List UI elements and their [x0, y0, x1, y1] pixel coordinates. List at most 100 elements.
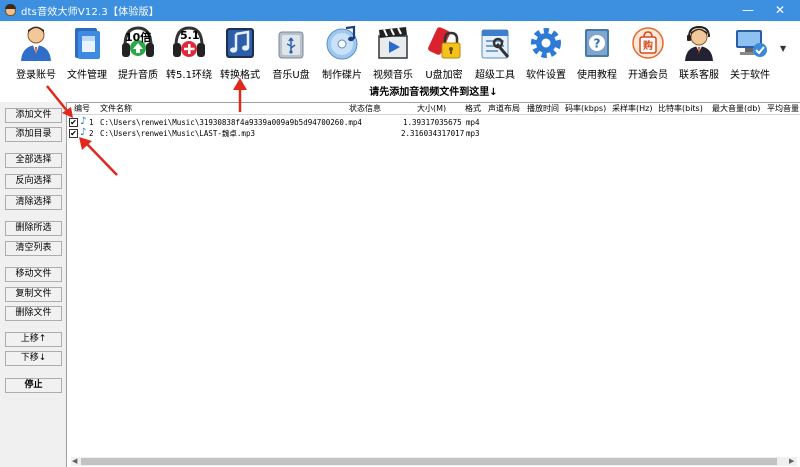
- column-header[interactable]: 播放时间: [527, 103, 559, 115]
- folder-icon: [75, 28, 100, 59]
- table-header: 编号 文件名称 状态信息 大小(M) 格式 声道布局 播放时间 码率(kbps)…: [67, 103, 800, 115]
- minimize-button[interactable]: —: [736, 0, 760, 21]
- video-icon: [378, 27, 408, 59]
- help-icon: ?: [585, 29, 609, 57]
- boost-badge: 10倍: [125, 31, 152, 44]
- usb-icon: [278, 31, 304, 59]
- column-header[interactable]: 平均音量: [767, 103, 800, 115]
- row-file-name: C:\Users\renwei\Music\31930838f4a9339a00…: [100, 118, 362, 127]
- clear-select-button[interactable]: 清除选择: [5, 195, 62, 210]
- row-number: 2: [89, 129, 94, 138]
- toolbar-label: 联系客服: [679, 70, 719, 81]
- toolbar-surround-51-button[interactable]: 5.1 转5.1环绕: [163, 21, 215, 84]
- toolbar-convert-format-button[interactable]: 转换格式: [214, 21, 266, 84]
- toolbar-label: 转换格式: [220, 70, 260, 81]
- settings-gear-icon: [531, 28, 561, 58]
- toolbar-label: 提升音质: [118, 70, 158, 81]
- row-file-name: C:\Users\renwei\Music\LAST-魏卓.mp3: [100, 129, 255, 138]
- toolbar-file-manage-button[interactable]: 文件管理: [61, 21, 113, 84]
- support-agent-icon: [685, 25, 713, 61]
- left-button-panel: 添加文件 添加目录 全部选择 反向选择 清除选择 删除所选 清空列表 移动文件 …: [0, 102, 67, 467]
- table-row[interactable]: ✔ ♪ 1 C:\Users\renwei\Music\31930838f4a9…: [67, 116, 800, 128]
- row-size: 1.39317035675: [403, 118, 462, 127]
- toolbar-settings-button[interactable]: 软件设置: [520, 21, 572, 84]
- column-header[interactable]: 文件名称: [100, 103, 132, 115]
- buy-badge: 购: [643, 41, 653, 52]
- table-row[interactable]: ✔ ♪ 2 C:\Users\renwei\Music\LAST-魏卓.mp3 …: [67, 127, 800, 139]
- toolbar-label: U盘加密: [425, 70, 463, 81]
- surround-badge: 5.1: [180, 29, 200, 42]
- select-all-button[interactable]: 全部选择: [5, 153, 62, 168]
- drop-hint-banner: 请先添加音视频文件到这里↓: [67, 84, 800, 102]
- invert-select-button[interactable]: 反向选择: [5, 174, 62, 189]
- toolbar-label: 使用教程: [577, 70, 617, 81]
- toolbar-label: 视频音乐: [373, 70, 413, 81]
- add-folder-button[interactable]: 添加目录: [5, 127, 62, 142]
- toolbar-usb-encrypt-button[interactable]: U盘加密: [418, 21, 470, 84]
- row-checkbox[interactable]: ✔: [69, 129, 78, 138]
- title-bar: dts音效大师V12.3【体验版】 — ✕: [0, 0, 800, 21]
- music-note-icon: [226, 28, 254, 58]
- delete-file-button[interactable]: 删除文件: [5, 306, 62, 321]
- add-file-button[interactable]: 添加文件: [5, 108, 62, 123]
- toolbar-label: 制作碟片: [322, 70, 362, 81]
- row-size: 2.316034317017: [401, 129, 465, 138]
- computer-icon: [736, 30, 767, 57]
- toolbar-label: 关于软件: [730, 70, 770, 81]
- toolbar-label: 转5.1环绕: [166, 70, 212, 81]
- column-header[interactable]: 声道布局: [488, 103, 520, 115]
- row-checkbox[interactable]: ✔: [69, 118, 78, 127]
- toolbar-burn-disc-button[interactable]: 制作碟片: [316, 21, 368, 84]
- toolbar-super-tools-button[interactable]: 超级工具: [469, 21, 521, 84]
- svg-text:?: ?: [594, 37, 601, 51]
- row-number: 1: [89, 118, 94, 127]
- user-icon: [21, 26, 51, 61]
- stop-button[interactable]: 停止: [5, 378, 62, 393]
- column-header[interactable]: 比特率(bits): [658, 103, 703, 115]
- toolbar-label: 软件设置: [526, 70, 566, 81]
- toolbar-customer-service-button[interactable]: 联系客服: [673, 21, 725, 84]
- move-down-button[interactable]: 下移↓: [5, 351, 62, 366]
- toolbar-login-button[interactable]: 登录账号: [10, 21, 62, 84]
- file-list-table[interactable]: 编号 文件名称 状态信息 大小(M) 格式 声道布局 播放时间 码率(kbps)…: [67, 102, 800, 467]
- move-up-button[interactable]: 上移↑: [5, 332, 62, 347]
- toolbar-label: 登录账号: [16, 70, 56, 81]
- column-header[interactable]: 采样率(Hz): [612, 103, 652, 115]
- toolbar-vip-button[interactable]: 购 开通会员: [622, 21, 674, 84]
- lock-icon: [428, 27, 461, 59]
- music-note-icon: ♪: [80, 116, 87, 127]
- move-file-button[interactable]: 移动文件: [5, 267, 62, 282]
- row-format: mp4: [466, 118, 480, 127]
- window-title: dts音效大师V12.3【体验版】: [21, 7, 159, 18]
- toolbar: 登录账号 文件管理 10倍 提升音质 5.1 转5.1环绕 转换格式 音乐U盘 …: [0, 21, 800, 84]
- toolbar-label: 超级工具: [475, 70, 515, 81]
- app-logo-icon: [4, 4, 17, 17]
- scroll-right-arrow-icon[interactable]: ▶: [789, 457, 794, 466]
- toolbar-enhance-quality-button[interactable]: 10倍 提升音质: [112, 21, 164, 84]
- column-header[interactable]: 码率(kbps): [565, 103, 606, 115]
- toolbar-label: 音乐U盘: [272, 70, 310, 81]
- column-header[interactable]: 编号: [74, 103, 90, 115]
- toolbar-tutorial-button[interactable]: ? 使用教程: [571, 21, 623, 84]
- toolbar-about-button[interactable]: 关于软件: [724, 21, 776, 84]
- tools-icon: [481, 29, 510, 59]
- toolbar-more-dropdown-icon[interactable]: ▼: [780, 44, 786, 53]
- column-header[interactable]: 状态信息: [349, 103, 381, 115]
- copy-file-button[interactable]: 复制文件: [5, 287, 62, 302]
- scrollbar-thumb[interactable]: [81, 458, 777, 465]
- music-note-icon: ♪: [80, 127, 87, 138]
- toolbar-label: 文件管理: [67, 70, 107, 81]
- delete-selected-button[interactable]: 删除所选: [5, 221, 62, 236]
- scroll-left-arrow-icon[interactable]: ◀: [72, 457, 77, 466]
- toolbar-label: 开通会员: [628, 70, 668, 81]
- toolbar-music-usb-button[interactable]: 音乐U盘: [265, 21, 317, 84]
- toolbar-video-music-button[interactable]: 视频音乐: [367, 21, 419, 84]
- disc-icon: [326, 25, 358, 60]
- row-format: mp3: [466, 129, 480, 138]
- horizontal-scrollbar[interactable]: ◀ ▶: [71, 457, 797, 466]
- column-header[interactable]: 大小(M): [417, 103, 446, 115]
- clear-list-button[interactable]: 清空列表: [5, 241, 62, 256]
- column-header[interactable]: 最大音量(db): [712, 103, 760, 115]
- column-header[interactable]: 格式: [465, 103, 481, 115]
- close-button[interactable]: ✕: [768, 0, 792, 21]
